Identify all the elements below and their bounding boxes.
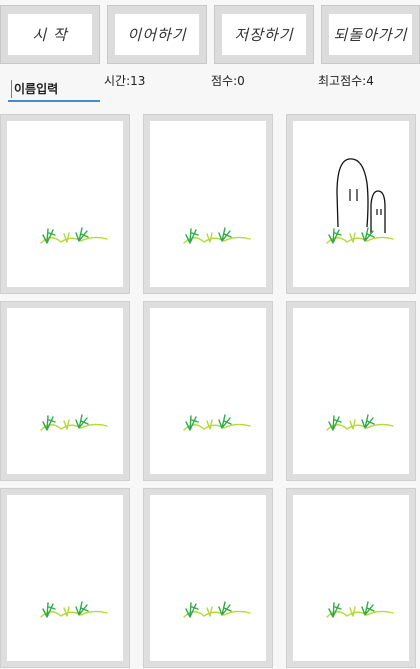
big-mole-icon: [336, 158, 369, 228]
score-display: 점수:0: [211, 74, 245, 88]
card-face: [7, 121, 123, 287]
card-5[interactable]: [143, 301, 273, 481]
grass-icon: [183, 227, 251, 244]
grass-icon: [40, 227, 108, 244]
card-9[interactable]: [286, 488, 416, 668]
grass-icon: [183, 601, 251, 618]
card-7[interactable]: [0, 488, 130, 668]
grass-icon: [183, 414, 251, 431]
card-drawing: [40, 601, 108, 618]
load-button[interactable]: 이어하기: [107, 5, 207, 64]
card-2[interactable]: [143, 114, 273, 294]
card-drawing: [40, 227, 108, 244]
card-3[interactable]: [286, 114, 416, 294]
card-face: [7, 308, 123, 474]
small-mole-icon: [370, 190, 386, 233]
card-6[interactable]: [286, 301, 416, 481]
text-cursor: [11, 80, 12, 98]
grass-icon: [326, 414, 394, 431]
card-8[interactable]: [143, 488, 273, 668]
back-button[interactable]: 되돌아가기: [321, 5, 420, 64]
card-face: [293, 495, 409, 661]
card-face: [293, 308, 409, 474]
card-1[interactable]: [0, 114, 130, 294]
name-input-field[interactable]: [8, 78, 100, 102]
start-button[interactable]: 시 작: [0, 5, 100, 64]
card-face: [150, 308, 266, 474]
grass-icon: [40, 414, 108, 431]
toolbar: 시 작 이어하기 저장하기 되돌아가기: [0, 0, 420, 70]
card-face: [293, 121, 409, 287]
name-input[interactable]: [14, 80, 98, 98]
card-face: [150, 121, 266, 287]
mole-board: [0, 110, 420, 669]
card-drawing: [183, 414, 251, 431]
card-drawing: [326, 158, 394, 244]
card-4[interactable]: [0, 301, 130, 481]
grass-icon: [40, 601, 108, 618]
time-display: 시간:13: [104, 74, 146, 88]
start-button-label: 시 작: [8, 14, 92, 55]
save-button-label: 저장하기: [222, 14, 306, 55]
card-face: [150, 495, 266, 661]
card-drawing: [183, 601, 251, 618]
card-drawing: [40, 414, 108, 431]
card-face: [7, 495, 123, 661]
high-score-display: 최고점수:4: [318, 74, 374, 88]
card-drawing: [326, 414, 394, 431]
save-button[interactable]: 저장하기: [214, 5, 314, 64]
back-button-label: 되돌아가기: [329, 14, 412, 55]
card-drawing: [326, 601, 394, 618]
card-drawing: [183, 227, 251, 244]
grass-icon: [326, 601, 394, 618]
load-button-label: 이어하기: [115, 14, 199, 55]
